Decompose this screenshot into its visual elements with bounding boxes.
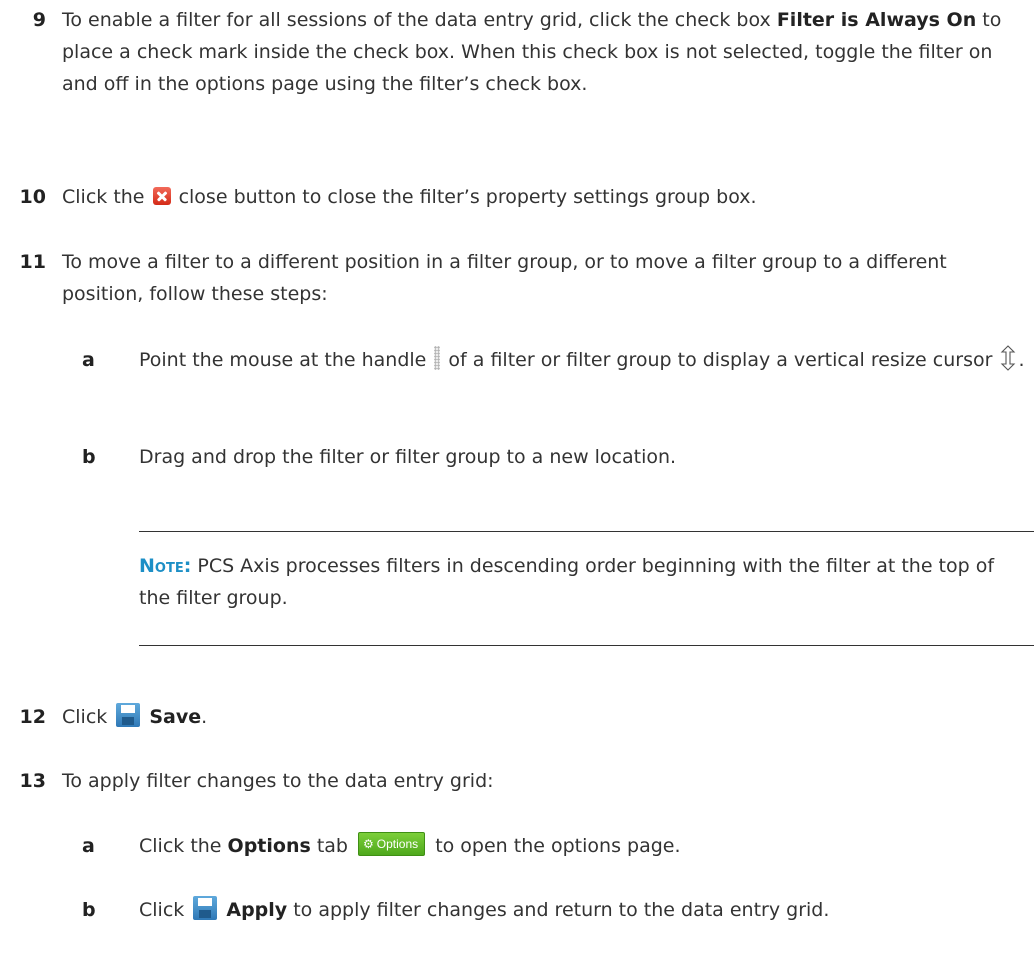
step-text-part: Click xyxy=(139,899,191,921)
substep-letter: a xyxy=(82,349,95,371)
substep-text: Point the mouse at the handle of a filte… xyxy=(139,344,1029,376)
substep-letter: b xyxy=(82,899,96,921)
vertical-resize-cursor-icon xyxy=(1001,344,1016,371)
filter-always-on-label: Filter is Always On xyxy=(776,9,977,31)
save-icon xyxy=(193,895,218,920)
options-label: Options xyxy=(227,835,311,857)
step-number: 9 xyxy=(32,9,46,31)
step-number: 11 xyxy=(19,251,46,273)
apply-label: Apply xyxy=(226,899,288,921)
options-tab-label: Options xyxy=(376,836,419,851)
step-text: Click Save. xyxy=(62,701,1027,733)
note-label: Note: xyxy=(139,555,192,577)
note: Note: PCS Axis processes filters in desc… xyxy=(139,550,1029,614)
substep-letter: a xyxy=(82,835,95,857)
step-number: 13 xyxy=(19,770,46,792)
close-icon xyxy=(152,186,171,205)
options-tab-icon: ⚙ Options xyxy=(358,831,426,856)
drag-handle-icon xyxy=(434,345,441,370)
substep-letter: b xyxy=(82,446,96,468)
note-text: PCS Axis processes filters in descending… xyxy=(139,555,995,609)
step-text-part: To enable a filter for all sessions of t… xyxy=(62,9,777,31)
substep-text: Click Apply to apply filter changes and … xyxy=(139,894,1029,926)
substep-text: Click the Options tab ⚙ Options to open t… xyxy=(139,830,1029,862)
step-text: To apply filter changes to the data entr… xyxy=(62,770,494,792)
step-number: 10 xyxy=(19,186,46,208)
substep-text: Drag and drop the filter or filter group… xyxy=(139,446,677,468)
step-number: 12 xyxy=(19,706,46,728)
save-label: Save xyxy=(149,706,202,728)
step-text-part: of a filter or filter group to display a… xyxy=(442,349,999,371)
step-text-part: Click the xyxy=(62,186,151,208)
step-text-part: Click xyxy=(62,706,114,728)
step-text-part: to apply filter changes and return to th… xyxy=(287,899,830,921)
step-text: To enable a filter for all sessions of t… xyxy=(62,4,1027,100)
step-text-part: . xyxy=(201,706,208,728)
note-top-rule xyxy=(139,531,1034,532)
step-text: Click the close button to close the filt… xyxy=(62,181,1027,213)
step-text-part: tab xyxy=(310,835,355,857)
step-text-part: . xyxy=(1018,349,1025,371)
step-text-part: close button to close the filter’s prope… xyxy=(172,186,757,208)
step-text-part: to open the options page. xyxy=(429,835,681,857)
step-text: To move a filter to a different position… xyxy=(62,251,947,305)
note-bottom-rule xyxy=(139,645,1034,646)
gear-icon: ⚙ xyxy=(363,836,374,851)
save-icon xyxy=(116,702,141,727)
step-text-part: Click the xyxy=(139,835,228,857)
step-text-part: Point the mouse at the handle xyxy=(139,349,433,371)
